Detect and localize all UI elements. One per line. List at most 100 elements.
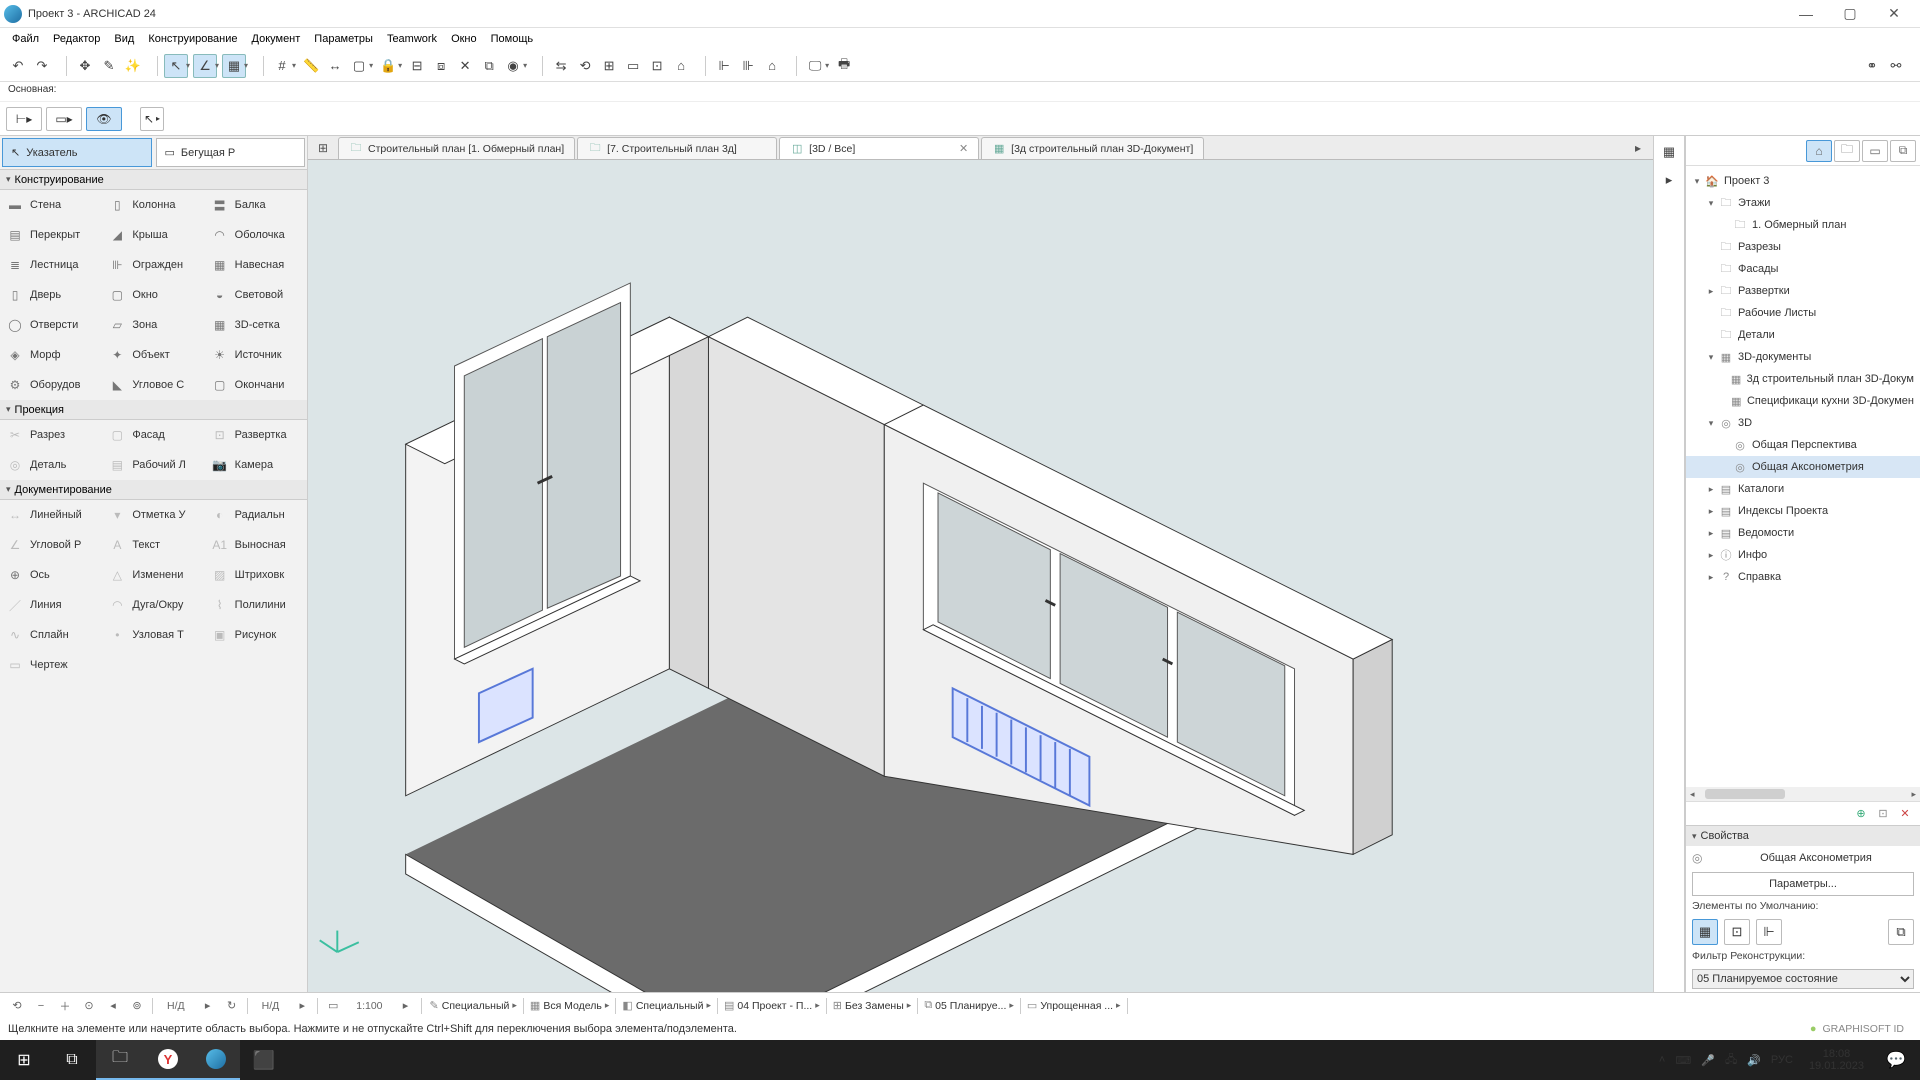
tool-стена[interactable]: ▬Стена [0, 190, 102, 220]
eyedropper-button[interactable]: ✎ [97, 54, 121, 78]
nav-new-icon[interactable]: ⊕ [1852, 805, 1870, 823]
nav-item[interactable]: ▸?Справка [1686, 566, 1920, 588]
nav-item[interactable]: 🗀1. Обмерный план [1686, 214, 1920, 236]
home-button[interactable]: ⌂ [669, 54, 693, 78]
nav-expand-button[interactable]: ▦ [1657, 140, 1681, 164]
category-documentation[interactable]: Документирование [0, 480, 307, 500]
reconstruction-filter-select[interactable]: 05 Планируемое состояние [1692, 969, 1914, 989]
lock-button[interactable]: 🔒 [376, 54, 400, 78]
nav-item[interactable]: ▾▦3D-документы [1686, 346, 1920, 368]
menu-teamwork[interactable]: Teamwork [381, 31, 443, 47]
tool-колонна[interactable]: ▯Колонна [102, 190, 204, 220]
tree-twisty-icon[interactable]: ▸ [1704, 286, 1718, 297]
nav-item[interactable]: ▸🗀Развертки [1686, 280, 1920, 302]
orbit-button[interactable]: ⟲ [6, 996, 28, 1016]
tool-лестница[interactable]: ≣Лестница [0, 250, 102, 280]
tab-close-button[interactable]: ✕ [959, 142, 968, 155]
collab-button[interactable]: ⚭ [1860, 54, 1884, 78]
dropdown-arrow-icon[interactable]: ▾ [244, 61, 251, 70]
measure-button[interactable]: ↔ [323, 54, 347, 78]
zone-button[interactable]: ▭ [621, 54, 645, 78]
screen-button[interactable]: 🖵 [803, 54, 827, 78]
tab-plan-1[interactable]: 🗀Строительный план [1. Обмерный план] [338, 137, 575, 159]
nav-item[interactable]: ◎Общая Перспектива [1686, 434, 1920, 456]
window-minimize-button[interactable]: — [1784, 0, 1828, 28]
tray-volume-icon[interactable]: 🔊 [1747, 1054, 1761, 1067]
window-close-button[interactable]: ✕ [1872, 0, 1916, 28]
pick-button[interactable]: ✥ [73, 54, 97, 78]
link-button[interactable]: ⇆ [549, 54, 573, 78]
dropdown-arrow-icon[interactable]: ▾ [825, 61, 832, 70]
dropdown-arrow-icon[interactable]: ▾ [215, 61, 222, 70]
status-segment[interactable]: ⧉05 Планируе...▸ [920, 999, 1018, 1012]
default-more-button[interactable]: ⧉ [1888, 919, 1914, 945]
cursor-mode-button[interactable]: ↖ [164, 54, 188, 78]
tab-3d[interactable]: ◫[3D / Все]✕ [779, 137, 979, 159]
graphisoft-id[interactable]: GRAPHISOFT ID [1823, 1023, 1912, 1035]
segment-arrow-icon[interactable]: ▸ [1009, 1000, 1014, 1011]
status-segment[interactable]: ✎Специальный▸ [426, 999, 521, 1012]
print-button[interactable]: 🖶 [832, 54, 856, 78]
nav-item[interactable]: ▸▤Индексы Проекта [1686, 500, 1920, 522]
redo-button[interactable]: ↷ [30, 54, 54, 78]
tree-twisty-icon[interactable]: ▾ [1704, 352, 1718, 363]
task-view-button[interactable]: ⧉ [48, 1040, 96, 1080]
segment-arrow-icon[interactable]: ▸ [1116, 1000, 1121, 1011]
suspend-button[interactable]: ⊟ [405, 54, 429, 78]
action-center-button[interactable]: 💬 [1872, 1040, 1920, 1080]
dropdown-arrow-icon[interactable]: ▾ [186, 61, 193, 70]
3d-cut-button[interactable]: ⧈ [429, 54, 453, 78]
tree-twisty-icon[interactable]: ▸ [1704, 528, 1718, 539]
nav-item[interactable]: ◎Общая Аксонометрия [1686, 456, 1920, 478]
menu-help[interactable]: Помощь [485, 31, 540, 47]
trace-button[interactable]: ⟲ [573, 54, 597, 78]
dropdown-arrow-icon[interactable]: ▾ [369, 61, 376, 70]
scroll-left-icon[interactable]: ◂ [1686, 789, 1699, 800]
nav-tab-layouts[interactable]: ▭ [1862, 140, 1888, 162]
tool-зона[interactable]: ▱Зона [102, 310, 204, 340]
segment-arrow-icon[interactable]: ▸ [605, 1000, 610, 1011]
tray-language[interactable]: РУС [1771, 1054, 1793, 1066]
tray-keyboard-icon[interactable]: ⌨ [1675, 1054, 1691, 1067]
system-tray[interactable]: ˄ ⌨ 🎤 🖧 🔊 РУС [1651, 1051, 1801, 1070]
tree-twisty-icon[interactable]: ▸ [1704, 506, 1718, 517]
archicad-taskbar-icon[interactable] [192, 1040, 240, 1080]
nav-item[interactable]: ▦3д строительный план 3D-Докум [1686, 368, 1920, 390]
pointer-tool[interactable]: ↖Указатель [2, 138, 152, 167]
marker-button[interactable]: ⊞ [597, 54, 621, 78]
menu-window[interactable]: Окно [445, 31, 483, 47]
dropdown-arrow-icon[interactable]: ▾ [398, 61, 405, 70]
tool-оболочка[interactable]: ◠Оболочка [205, 220, 307, 250]
align-button[interactable]: ⊩ [712, 54, 736, 78]
tree-twisty-icon[interactable]: ▾ [1690, 176, 1704, 187]
segment-arrow-icon[interactable]: ▸ [815, 1000, 820, 1011]
yandex-taskbar-icon[interactable]: Y [144, 1040, 192, 1080]
status-segment[interactable]: ▦Вся Модель▸ [526, 999, 613, 1012]
grid-button[interactable]: # [270, 54, 294, 78]
nav-item[interactable]: ▾🏠Проект 3 [1686, 170, 1920, 192]
marquee-tool[interactable]: ▭Бегущая Р [156, 138, 306, 167]
default-layer-button[interactable]: ▦ [1692, 919, 1718, 945]
nd-next-1[interactable]: ▸ [197, 996, 219, 1016]
tool-огражден[interactable]: ⊪Огражден [102, 250, 204, 280]
tool-3d-сетка[interactable]: ▦3D-сетка [205, 310, 307, 340]
tool-окно[interactable]: ▢Окно [102, 280, 204, 310]
tool-световой[interactable]: ◒Световой [205, 280, 307, 310]
box-button[interactable]: ▢ [347, 54, 371, 78]
menu-options[interactable]: Параметры [308, 31, 379, 47]
tab-3d-doc[interactable]: ▦[3д строительный план 3D-Документ] [981, 137, 1204, 159]
geometry-mode-2[interactable]: ▭▸ [46, 107, 82, 131]
3d-viewport[interactable] [308, 160, 1653, 992]
tool-балка[interactable]: 〓Балка [205, 190, 307, 220]
open-home-button[interactable]: ⌂ [760, 54, 784, 78]
tool-объект[interactable]: ✦Объект [102, 340, 204, 370]
nav-item[interactable]: 🗀Детали [1686, 324, 1920, 346]
filter-button[interactable]: ⧉ [477, 54, 501, 78]
fit-button[interactable]: ⊙ [78, 996, 100, 1016]
category-construction[interactable]: Конструирование [0, 170, 307, 190]
prev-view-button[interactable]: ◂ [102, 996, 124, 1016]
nav-arrow-button[interactable]: ▸ [1657, 168, 1681, 192]
tool-навесная[interactable]: ▦Навесная [205, 250, 307, 280]
navigator-scrollbar[interactable]: ◂ ▸ [1686, 787, 1920, 801]
nd-next-2[interactable]: ▸ [291, 996, 313, 1016]
